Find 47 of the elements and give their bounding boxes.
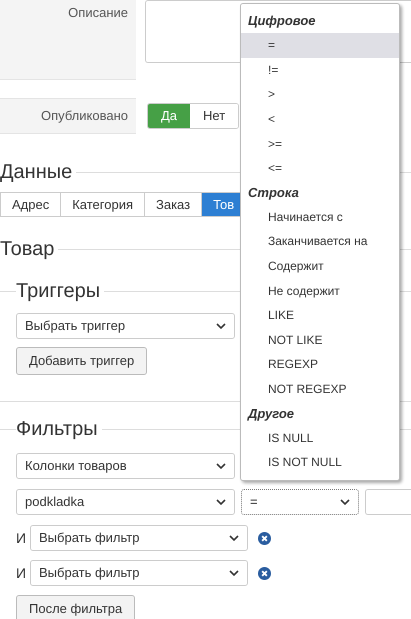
select-dropdown[interactable]: = xyxy=(241,489,359,515)
remove-icon[interactable] xyxy=(258,566,271,580)
add-trigger-button[interactable]: Добавить триггер xyxy=(16,347,148,375)
tab[interactable]: Заказ xyxy=(144,192,202,217)
chevron-down-icon xyxy=(229,570,239,576)
menu-group-label: Другое xyxy=(246,404,296,423)
select-dropdown[interactable]: Выбрать триггер xyxy=(16,313,235,339)
chevron-down-icon xyxy=(216,462,226,470)
after-filter-button[interactable]: После фильтра xyxy=(16,595,136,619)
section-heading: Товар xyxy=(0,239,56,259)
menu-option[interactable]: REGEXP xyxy=(241,352,399,377)
menu-option[interactable]: NOT REGEXP xyxy=(241,376,399,402)
chevron-down-icon xyxy=(340,498,350,506)
menu-option[interactable]: LIKE xyxy=(241,302,399,328)
menu-option[interactable]: IS NOT NULL xyxy=(241,450,399,474)
value-input[interactable] xyxy=(365,489,411,515)
section-heading: Данные xyxy=(0,162,74,182)
remove-icon[interactable] xyxy=(258,532,271,544)
menu-option[interactable]: NOT LIKE xyxy=(241,328,399,352)
section-heading: Фильтры xyxy=(16,419,99,439)
conjunction-label: И xyxy=(16,528,28,548)
menu-option[interactable]: <= xyxy=(241,156,399,181)
menu-option[interactable]: > xyxy=(241,82,399,107)
menu-option[interactable]: != xyxy=(241,58,399,82)
tab[interactable]: Категория xyxy=(60,192,145,217)
menu-option[interactable]: Заканчивается на xyxy=(241,229,399,254)
description-label: Описание xyxy=(68,4,128,22)
menu-group-label: Строка xyxy=(247,184,300,202)
chevron-down-icon xyxy=(229,534,239,542)
menu-group-label: Цифровое xyxy=(247,12,317,30)
select-dropdown[interactable]: Колонки товаров xyxy=(16,453,235,479)
chevron-down-icon xyxy=(216,498,226,506)
menu-option[interactable]: Содержит xyxy=(241,254,399,278)
section-heading: Триггеры xyxy=(16,281,102,301)
menu-option[interactable]: Не содержит xyxy=(241,278,399,303)
tab[interactable]: Адрес xyxy=(0,192,62,217)
chevron-down-icon xyxy=(216,322,226,330)
published-label: Опубликовано xyxy=(41,107,128,126)
select-dropdown[interactable]: Выбрать фильтр xyxy=(30,560,248,586)
menu-option[interactable]: = xyxy=(241,33,399,58)
menu-option[interactable]: IS NULL xyxy=(241,425,399,450)
conjunction-label: И xyxy=(16,564,28,582)
menu-option[interactable]: Начинается с xyxy=(241,204,399,230)
select-dropdown[interactable]: Выбрать фильтр xyxy=(30,525,248,551)
menu-option[interactable]: >= xyxy=(241,131,399,156)
select-dropdown[interactable]: podkladka xyxy=(16,489,235,515)
menu-option[interactable]: < xyxy=(241,106,399,132)
